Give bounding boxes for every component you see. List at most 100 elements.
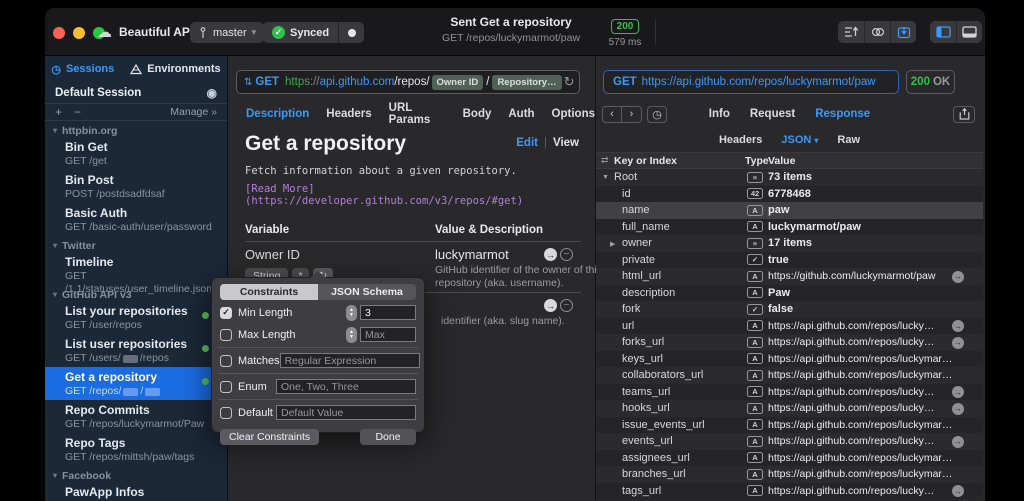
go-arrow-icon[interactable]: → bbox=[544, 248, 557, 261]
json-row-branches_url[interactable]: branches_urlAhttps://api.github.com/repo… bbox=[596, 466, 983, 483]
sidebar-item-basic-auth[interactable]: Basic AuthGET /basic-auth/user/password bbox=[45, 203, 227, 236]
segment-constraints[interactable]: Constraints bbox=[220, 284, 318, 300]
checkbox-unchecked[interactable] bbox=[220, 355, 232, 367]
json-row-keys_url[interactable]: keys_urlAhttps://api.github.com/repos/lu… bbox=[596, 351, 983, 368]
checkbox-unchecked[interactable] bbox=[220, 381, 232, 393]
json-row-html_url[interactable]: html_urlAhttps://github.com/luckymarmot/… bbox=[596, 268, 983, 285]
open-link-icon[interactable]: → bbox=[952, 337, 964, 349]
sync-status-button[interactable]: ✓ Synced bbox=[263, 22, 364, 43]
sidebar-item-repo-commits[interactable]: Repo CommitsGET /repos/luckymarmot/Paw bbox=[45, 400, 227, 433]
segment-json-schema[interactable]: JSON Schema bbox=[318, 284, 416, 300]
open-link-icon[interactable]: → bbox=[952, 403, 964, 415]
sidebar-group-header[interactable]: ▾httpbin.org bbox=[45, 121, 227, 137]
view-link[interactable]: View bbox=[553, 137, 579, 149]
tab-auth[interactable]: Auth bbox=[508, 108, 534, 120]
remove-request-button[interactable]: − bbox=[74, 105, 81, 119]
constraint-value-field[interactable] bbox=[360, 327, 416, 342]
json-row-id[interactable]: id426778468 bbox=[596, 186, 983, 203]
tab-request[interactable]: Request bbox=[750, 108, 795, 120]
open-link-icon[interactable]: → bbox=[952, 485, 964, 497]
disclosure-right-icon[interactable]: ▶ bbox=[610, 240, 615, 248]
json-row-full_name[interactable]: full_nameAluckymarmot/paw bbox=[596, 219, 983, 236]
json-row-tags_url[interactable]: tags_urlAhttps://api.github.com/repos/lu… bbox=[596, 483, 983, 500]
done-button[interactable]: Done bbox=[360, 429, 416, 445]
remove-variable-icon[interactable]: − bbox=[560, 299, 573, 312]
dynamic-values-button[interactable] bbox=[864, 21, 890, 43]
refresh-icon[interactable]: ↻ bbox=[564, 74, 575, 90]
tab-sessions[interactable]: ◷ Sessions bbox=[51, 63, 114, 76]
variable-value[interactable]: luckymarmot bbox=[435, 247, 509, 262]
sidebar-group-header[interactable]: ▾Facebook bbox=[45, 466, 227, 482]
tab-response[interactable]: Response bbox=[815, 108, 870, 120]
json-row-issue_events_url[interactable]: issue_events_urlAhttps://api.github.com/… bbox=[596, 417, 983, 434]
constraint-value-field[interactable] bbox=[280, 353, 420, 368]
subtab-headers[interactable]: Headers bbox=[719, 134, 762, 146]
collapse-all-icon[interactable]: ⇄ bbox=[601, 155, 609, 166]
disclosure-down-icon[interactable]: ▼ bbox=[602, 174, 609, 181]
remove-variable-icon[interactable]: − bbox=[560, 248, 573, 261]
checkbox-checked[interactable]: ✓ bbox=[220, 307, 232, 319]
constraint-value-field[interactable] bbox=[360, 305, 416, 320]
tab-description[interactable]: Description bbox=[246, 108, 309, 120]
json-row-assignees_url[interactable]: assignees_urlAhttps://api.github.com/rep… bbox=[596, 450, 983, 467]
url-bar[interactable]: ⇅ GET https://api.github.com/repos/ Owne… bbox=[236, 70, 580, 94]
sidebar-group-header[interactable]: ▾Twitter bbox=[45, 236, 227, 252]
checkbox-unchecked[interactable] bbox=[220, 407, 232, 419]
json-row-name[interactable]: nameApaw bbox=[596, 202, 983, 219]
json-row-hooks_url[interactable]: hooks_urlAhttps://api.github.com/repos/l… bbox=[596, 400, 983, 417]
group-disclosure-icon[interactable]: ▾ bbox=[53, 471, 57, 480]
read-more-link[interactable]: [Read More](https://developer.github.com… bbox=[245, 183, 581, 207]
sidebar-item-pawapp-infos[interactable]: PawApp Infos bbox=[45, 482, 227, 501]
edit-link[interactable]: Edit bbox=[516, 137, 538, 149]
constraint-value-field[interactable] bbox=[276, 405, 416, 420]
sync-activity-segment[interactable] bbox=[338, 22, 364, 43]
toggle-bottom-panel-button[interactable] bbox=[956, 21, 982, 43]
toggle-sidebar-button[interactable] bbox=[930, 21, 956, 43]
sidebar-item-bin-get[interactable]: Bin GetGET /get bbox=[45, 137, 227, 170]
tab-body[interactable]: Body bbox=[463, 108, 492, 120]
subtab-raw[interactable]: Raw bbox=[837, 134, 860, 146]
tab-headers[interactable]: Headers bbox=[326, 108, 371, 120]
branch-selector[interactable]: master ▾ bbox=[190, 22, 264, 43]
constraint-value-field[interactable] bbox=[276, 379, 416, 394]
sidebar-item-get-a-repository[interactable]: Get a repositoryGET /repos// bbox=[45, 367, 227, 400]
open-link-icon[interactable]: → bbox=[952, 386, 964, 398]
tab-info[interactable]: Info bbox=[709, 108, 730, 120]
json-row-collaborators_url[interactable]: collaborators_urlAhttps://api.github.com… bbox=[596, 367, 983, 384]
json-row-description[interactable]: descriptionAPaw bbox=[596, 285, 983, 302]
requests-order-button[interactable] bbox=[838, 21, 864, 43]
owner-id-token[interactable]: Owner ID bbox=[432, 75, 484, 90]
json-row-url[interactable]: urlAhttps://api.github.com/repos/lucky…→ bbox=[596, 318, 983, 335]
open-link-icon[interactable]: → bbox=[952, 320, 964, 332]
repository-token[interactable]: Repository… bbox=[492, 75, 561, 90]
stepper-control[interactable]: ▲▼ bbox=[346, 327, 357, 343]
method-label[interactable]: GET bbox=[255, 76, 279, 88]
tab-options[interactable]: Options bbox=[552, 108, 595, 120]
clear-constraints-button[interactable]: Clear Constraints bbox=[220, 429, 319, 445]
group-disclosure-icon[interactable]: ▾ bbox=[53, 126, 57, 135]
checkbox-unchecked[interactable] bbox=[220, 329, 232, 341]
sidebar-item-timeline[interactable]: TimelineGET /1.1/statuses/user_timeline.… bbox=[45, 252, 227, 285]
minimize-window-button[interactable] bbox=[73, 27, 85, 39]
sidebar-item-bin-post[interactable]: Bin PostPOST /postdsadfdsaf bbox=[45, 170, 227, 203]
go-arrow-icon[interactable]: → bbox=[544, 299, 557, 312]
json-row-private[interactable]: private✓true bbox=[596, 252, 983, 269]
method-sort-icon[interactable]: ⇅ bbox=[244, 77, 252, 88]
sidebar-item-list-your-repositories[interactable]: List your repositoriesGET /user/repos bbox=[45, 301, 227, 334]
tab-url-params[interactable]: URL Params bbox=[389, 102, 446, 126]
close-window-button[interactable] bbox=[53, 27, 65, 39]
subtab-json[interactable]: JSON ▾ bbox=[781, 134, 818, 146]
json-row-owner[interactable]: ▶owner≡17 items bbox=[596, 235, 983, 252]
json-row-events_url[interactable]: events_urlAhttps://api.github.com/repos/… bbox=[596, 433, 983, 450]
tab-environments[interactable]: Environments bbox=[130, 63, 220, 75]
sidebar-item-repo-tags[interactable]: Repo TagsGET /repos/mittsh/paw/tags bbox=[45, 433, 227, 466]
group-disclosure-icon[interactable]: ▾ bbox=[53, 241, 57, 250]
open-link-icon[interactable]: → bbox=[952, 436, 964, 448]
json-row-forks_url[interactable]: forks_urlAhttps://api.github.com/repos/l… bbox=[596, 334, 983, 351]
sidebar-item-list-user-repositories[interactable]: List user repositoriesGET /users//repos bbox=[45, 334, 227, 367]
add-request-button[interactable]: + bbox=[55, 105, 62, 119]
stepper-control[interactable]: ▲▼ bbox=[346, 305, 357, 321]
json-row-fork[interactable]: fork✓false bbox=[596, 301, 983, 318]
manage-link[interactable]: Manage » bbox=[170, 106, 217, 118]
session-selector[interactable]: Default Session ◉ bbox=[45, 82, 227, 104]
